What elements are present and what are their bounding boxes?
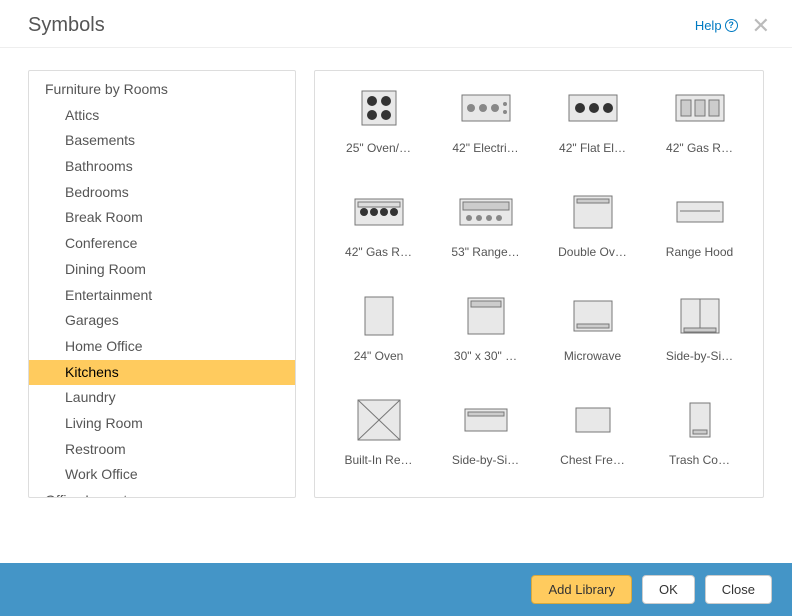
side-by-side-icon [673, 293, 727, 339]
symbol-label: 25" Oven/… [346, 141, 411, 155]
close-icon[interactable]: ✕ [752, 15, 770, 37]
range-gas-2-icon [352, 189, 406, 235]
symbol-label: 42" Gas R… [345, 245, 412, 259]
symbol-label: Side-by-Si… [452, 453, 519, 467]
dialog-header: Symbols Help ? ✕ [0, 0, 792, 48]
symbol-item[interactable]: 53" Range… [432, 189, 539, 289]
category-item[interactable]: Conference [29, 231, 295, 257]
symbol-label: 42" Flat El… [559, 141, 626, 155]
side-by-side-2-icon [459, 397, 513, 443]
symbol-label: Range Hood [666, 245, 733, 259]
category-item[interactable]: Bedrooms [29, 180, 295, 206]
category-item[interactable]: Entertainment [29, 283, 295, 309]
symbol-label: 30" x 30" … [454, 349, 517, 363]
symbol-item[interactable]: Microwave [539, 293, 646, 393]
category-item[interactable]: Attics [29, 103, 295, 129]
symbol-item[interactable]: 42" Gas R… [646, 85, 753, 185]
symbol-item[interactable]: 42" Gas R… [325, 189, 432, 289]
category-item[interactable]: Living Room [29, 411, 295, 437]
symbol-item[interactable]: Built-In Re… [325, 397, 432, 497]
box-30-icon [459, 293, 513, 339]
header-actions: Help ? ✕ [695, 15, 770, 37]
close-button[interactable]: Close [705, 575, 772, 604]
symbol-label: Chest Fre… [560, 453, 625, 467]
chest-freezer-icon [566, 397, 620, 443]
category-item[interactable]: Break Room [29, 205, 295, 231]
symbol-label: 24" Oven [354, 349, 404, 363]
range-gas-icon [673, 85, 727, 131]
symbol-label: Side-by-Si… [666, 349, 733, 363]
category-item[interactable]: Office Layout [29, 488, 295, 498]
category-item[interactable]: Furniture by Rooms [29, 77, 295, 103]
symbol-item[interactable]: 42" Electri… [432, 85, 539, 185]
symbol-label: Trash Co… [669, 453, 730, 467]
symbol-item[interactable]: Side-by-Si… [432, 397, 539, 497]
ok-button[interactable]: OK [642, 575, 695, 604]
category-item[interactable]: Garages [29, 308, 295, 334]
symbol-label: Double Ov… [558, 245, 627, 259]
add-library-button[interactable]: Add Library [531, 575, 631, 604]
category-panel[interactable]: Furniture by RoomsAtticsBasementsBathroo… [28, 70, 296, 498]
symbol-item[interactable]: Side-by-Si… [646, 293, 753, 393]
microwave-icon [566, 293, 620, 339]
double-oven-icon [566, 189, 620, 235]
symbol-item[interactable]: 30" x 30" … [432, 293, 539, 393]
built-in-ref-icon [352, 397, 406, 443]
category-item[interactable]: Home Office [29, 334, 295, 360]
dialog-title: Symbols [28, 14, 105, 37]
category-item[interactable]: Kitchens [29, 360, 295, 386]
help-icon: ? [725, 19, 738, 32]
symbol-label: Built-In Re… [344, 453, 412, 467]
category-item[interactable]: Work Office [29, 462, 295, 488]
symbol-panel[interactable]: 25" Oven/… 42" Electri… 42" Flat El… 42" Ga… [314, 70, 764, 498]
category-item[interactable]: Restroom [29, 437, 295, 463]
category-item[interactable]: Basements [29, 128, 295, 154]
symbol-item[interactable]: 25" Oven/… [325, 85, 432, 185]
symbol-label: 42" Electri… [452, 141, 518, 155]
symbol-item[interactable]: 42" Flat El… [539, 85, 646, 185]
symbol-item[interactable]: Trash Co… [646, 397, 753, 497]
trash-compactor-icon [673, 397, 727, 443]
symbol-item[interactable]: Double Ov… [539, 189, 646, 289]
symbol-label: 53" Range… [451, 245, 519, 259]
oven-4burner-icon [352, 85, 406, 131]
help-label: Help [695, 18, 722, 33]
symbol-label: Microwave [564, 349, 621, 363]
category-item[interactable]: Laundry [29, 385, 295, 411]
range-flat-icon [566, 85, 620, 131]
category-item[interactable]: Bathrooms [29, 154, 295, 180]
symbol-item[interactable]: 24" Oven [325, 293, 432, 393]
symbol-label: 42" Gas R… [666, 141, 733, 155]
oven-24-icon [352, 293, 406, 339]
category-item[interactable]: Dining Room [29, 257, 295, 283]
dialog-footer: Add Library OK Close [0, 563, 792, 616]
symbol-item[interactable]: Range Hood [646, 189, 753, 289]
symbol-item[interactable]: Chest Fre… [539, 397, 646, 497]
range-hood-icon [673, 189, 727, 235]
dialog-body: Furniture by RoomsAtticsBasementsBathroo… [0, 48, 792, 518]
help-link[interactable]: Help ? [695, 18, 738, 33]
range-electric-icon [459, 85, 513, 131]
range-53-icon [459, 189, 513, 235]
